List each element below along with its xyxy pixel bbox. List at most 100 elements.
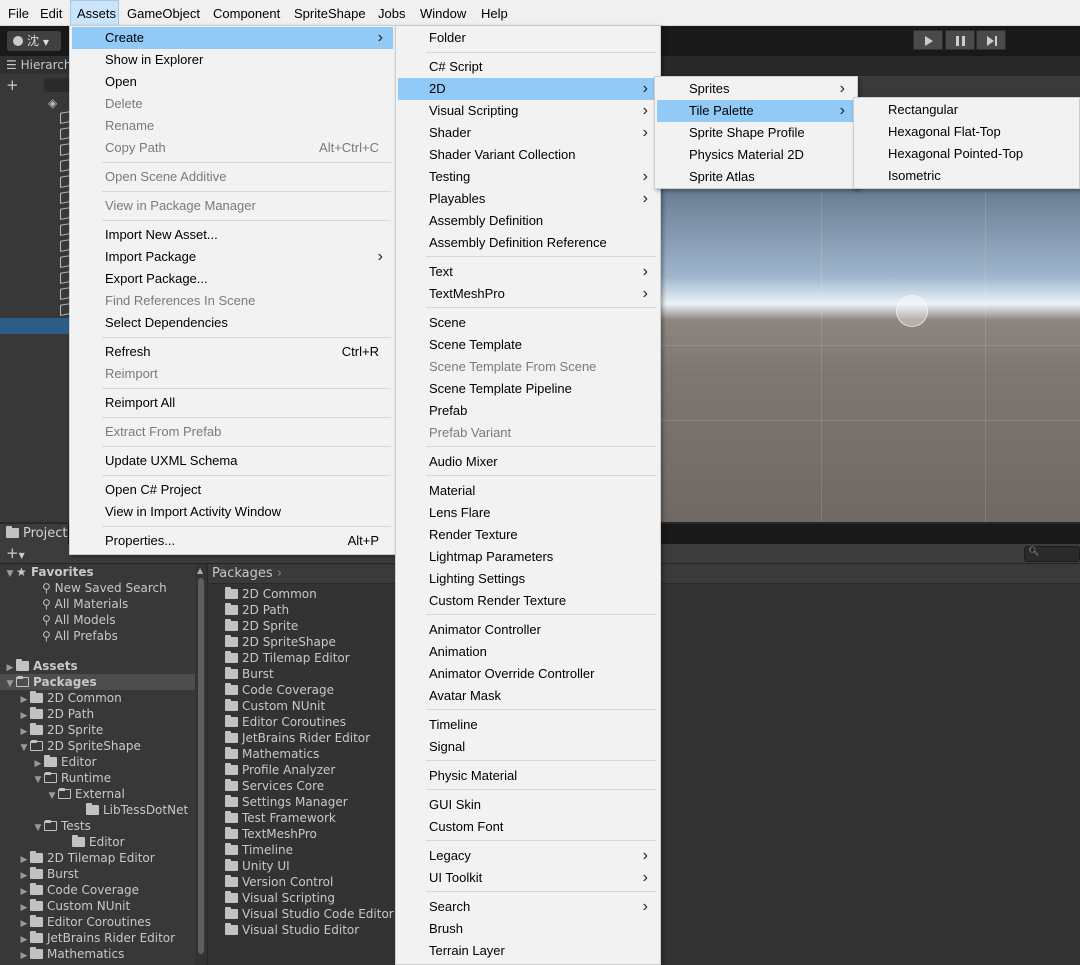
breadcrumb-item-packages[interactable]: Packages xyxy=(212,566,273,581)
hierarchy-search-input[interactable] xyxy=(44,78,70,92)
menu-file[interactable]: File xyxy=(2,0,35,26)
menu-item-tile-palette[interactable]: Tile Palette › xyxy=(657,100,855,122)
menu-item-visual-scripting[interactable]: Visual Scripting › xyxy=(398,100,658,122)
menu-jobs[interactable]: Jobs xyxy=(372,0,411,26)
package-item-code-coverage[interactable]: Code Coverage xyxy=(225,682,334,698)
menu-item-rectangular[interactable]: Rectangular xyxy=(856,99,1077,121)
menu-item-animation[interactable]: Animation xyxy=(398,641,658,663)
package-item-mathematics[interactable]: Mathematics xyxy=(225,746,319,762)
menu-item-show-in-explorer[interactable]: Show in Explorer xyxy=(72,49,393,71)
account-dropdown[interactable]: 沈 ▼ xyxy=(7,31,61,51)
tree-item-editor[interactable]: Editor xyxy=(0,834,195,850)
menu-item-ui-toolkit[interactable]: UI Toolkit › xyxy=(398,867,658,889)
menu-item-prefab[interactable]: Prefab xyxy=(398,400,658,422)
menu-item-shader-variant-collection[interactable]: Shader Variant Collection xyxy=(398,144,658,166)
menu-item-search[interactable]: Search › xyxy=(398,896,658,918)
package-item-2d-path[interactable]: 2D Path xyxy=(225,602,289,618)
menu-item-physic-material[interactable]: Physic Material xyxy=(398,765,658,787)
menu-item-timeline[interactable]: Timeline xyxy=(398,714,658,736)
tree-item-editor[interactable]: ▶ Editor xyxy=(0,754,195,770)
play-button[interactable] xyxy=(913,30,943,50)
tree-item-custom-nunit[interactable]: ▶ Custom NUnit xyxy=(0,898,195,914)
menu-item-text[interactable]: Text › xyxy=(398,261,658,283)
menu-item-sprite-atlas[interactable]: Sprite Atlas xyxy=(657,166,855,188)
project-search-input[interactable]: 🔍︎ xyxy=(1024,546,1080,562)
package-item-unity-ui[interactable]: Unity UI xyxy=(225,858,290,874)
scroll-up-icon[interactable]: ▲ xyxy=(197,566,203,575)
tree-item-mathematics[interactable]: ▶ Mathematics xyxy=(0,946,195,962)
package-item-visual-scripting[interactable]: Visual Scripting xyxy=(225,890,335,906)
tree-item-code-coverage[interactable]: ▶ Code Coverage xyxy=(0,882,195,898)
tree-item-2d-tilemap-editor[interactable]: ▶ 2D Tilemap Editor xyxy=(0,850,195,866)
menu-item-gui-skin[interactable]: GUI Skin xyxy=(398,794,658,816)
menu-item-animator-override-controller[interactable]: Animator Override Controller xyxy=(398,663,658,685)
package-item-visual-studio-editor[interactable]: Visual Studio Editor xyxy=(225,922,359,938)
menu-item-lighting-settings[interactable]: Lighting Settings xyxy=(398,568,658,590)
package-item-textmeshpro[interactable]: TextMeshPro xyxy=(225,826,317,842)
tree-item-all-materials[interactable]: ⚲ All Materials xyxy=(0,596,195,612)
package-item-timeline[interactable]: Timeline xyxy=(225,842,293,858)
menu-assets[interactable]: Assets xyxy=(70,0,119,26)
tree-item-new-saved-search[interactable]: ⚲ New Saved Search xyxy=(0,580,195,596)
package-item-visual-studio-code-editor[interactable]: Visual Studio Code Editor xyxy=(225,906,394,922)
step-button[interactable] xyxy=(976,30,1006,50)
menu-item-2d[interactable]: 2D › xyxy=(398,78,658,100)
package-item-custom-nunit[interactable]: Custom NUnit xyxy=(225,698,325,714)
menu-item-lens-flare[interactable]: Lens Flare xyxy=(398,502,658,524)
menu-item-open-c-project[interactable]: Open C# Project xyxy=(72,479,393,501)
menu-item-textmeshpro[interactable]: TextMeshPro › xyxy=(398,283,658,305)
package-item-2d-spriteshape[interactable]: 2D SpriteShape xyxy=(225,634,336,650)
menu-item-hexagonal-flat-top[interactable]: Hexagonal Flat-Top xyxy=(856,121,1077,143)
menu-item-refresh[interactable]: Refresh Ctrl+R xyxy=(72,341,393,363)
package-item-2d-sprite[interactable]: 2D Sprite xyxy=(225,618,298,634)
tree-item-runtime[interactable]: ▼ Runtime xyxy=(0,770,195,786)
menu-gameobject[interactable]: GameObject xyxy=(121,0,206,26)
menu-item-lightmap-parameters[interactable]: Lightmap Parameters xyxy=(398,546,658,568)
tree-item-2d-common[interactable]: ▶ 2D Common xyxy=(0,690,195,706)
package-item-2d-common[interactable]: 2D Common xyxy=(225,586,317,602)
hierarchy-tab[interactable]: ☰ Hierarch xyxy=(0,56,70,74)
package-item-test-framework[interactable]: Test Framework xyxy=(225,810,336,826)
menu-item-playables[interactable]: Playables › xyxy=(398,188,658,210)
tree-item-favorites[interactable]: ▼ ★ Favorites xyxy=(0,564,195,580)
menu-item-signal[interactable]: Signal xyxy=(398,736,658,758)
tree-item-external[interactable]: ▼ External xyxy=(0,786,195,802)
menu-edit[interactable]: Edit xyxy=(34,0,68,26)
package-item-profile-analyzer[interactable]: Profile Analyzer xyxy=(225,762,335,778)
package-item-editor-coroutines[interactable]: Editor Coroutines xyxy=(225,714,346,730)
menu-item-hexagonal-pointed-top[interactable]: Hexagonal Pointed-Top xyxy=(856,143,1077,165)
menu-item-scene[interactable]: Scene xyxy=(398,312,658,334)
menu-item-sprite-shape-profile[interactable]: Sprite Shape Profile xyxy=(657,122,855,144)
tree-item-all-prefabs[interactable]: ⚲ All Prefabs xyxy=(0,628,195,644)
menu-item-custom-render-texture[interactable]: Custom Render Texture xyxy=(398,590,658,612)
tree-item-editor-coroutines[interactable]: ▶ Editor Coroutines xyxy=(0,914,195,930)
scrollbar-thumb[interactable] xyxy=(198,578,204,954)
tree-item-all-models[interactable]: ⚲ All Models xyxy=(0,612,195,628)
tree-item-2d-sprite[interactable]: ▶ 2D Sprite xyxy=(0,722,195,738)
package-item-version-control[interactable]: Version Control xyxy=(225,874,333,890)
hierarchy-selected-row[interactable] xyxy=(0,318,70,334)
menu-item-physics-material-2d[interactable]: Physics Material 2D xyxy=(657,144,855,166)
package-item-jetbrains-rider-editor[interactable]: JetBrains Rider Editor xyxy=(225,730,370,746)
menu-item-custom-font[interactable]: Custom Font xyxy=(398,816,658,838)
menu-item-c-script[interactable]: C# Script xyxy=(398,56,658,78)
tree-item-libtessdotnet[interactable]: LibTessDotNet xyxy=(0,802,195,818)
menu-spriteshape[interactable]: SpriteShape xyxy=(288,0,372,26)
menu-window[interactable]: Window xyxy=(414,0,472,26)
package-item-settings-manager[interactable]: Settings Manager xyxy=(225,794,348,810)
menu-item-avatar-mask[interactable]: Avatar Mask xyxy=(398,685,658,707)
menu-item-shader[interactable]: Shader › xyxy=(398,122,658,144)
tree-item-packages[interactable]: ▼ Packages xyxy=(0,674,195,690)
menu-item-legacy[interactable]: Legacy › xyxy=(398,845,658,867)
menu-item-properties[interactable]: Properties... Alt+P xyxy=(72,530,393,552)
menu-item-render-texture[interactable]: Render Texture xyxy=(398,524,658,546)
pause-button[interactable] xyxy=(945,30,975,50)
menu-item-select-dependencies[interactable]: Select Dependencies xyxy=(72,312,393,334)
menu-item-view-in-import-activity-window[interactable]: View in Import Activity Window xyxy=(72,501,393,523)
menu-item-isometric[interactable]: Isometric xyxy=(856,165,1077,187)
hierarchy-add-button[interactable]: + xyxy=(6,76,19,94)
menu-item-scene-template[interactable]: Scene Template xyxy=(398,334,658,356)
menu-item-export-package[interactable]: Export Package... xyxy=(72,268,393,290)
menu-item-testing[interactable]: Testing › xyxy=(398,166,658,188)
project-add-button[interactable]: +▼ xyxy=(6,544,25,562)
